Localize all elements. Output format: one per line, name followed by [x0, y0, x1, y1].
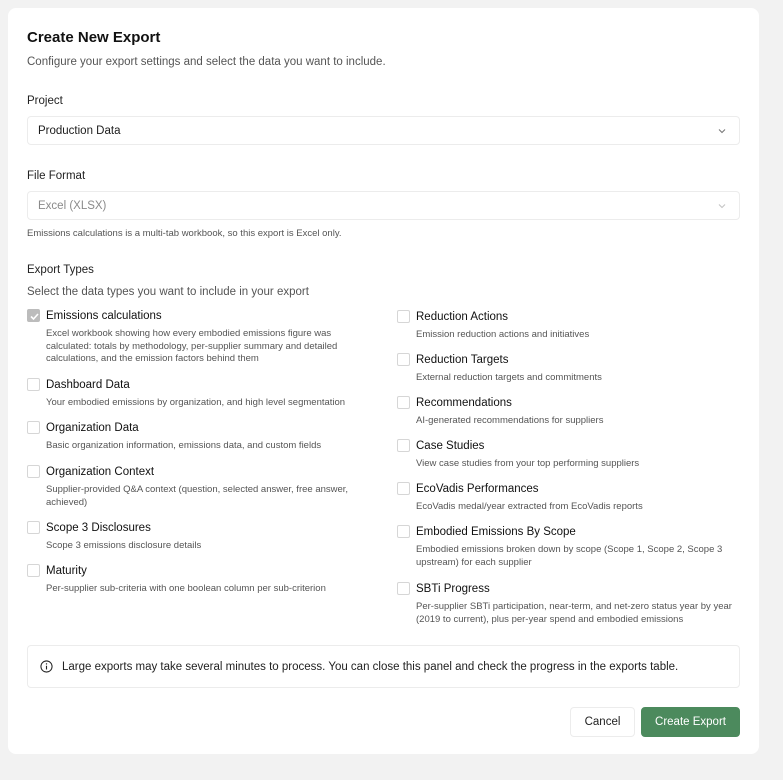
file-format-label: File Format — [27, 170, 86, 182]
option-title: Organization Data — [46, 422, 139, 434]
checkbox-dashboard-data[interactable] — [27, 378, 40, 391]
option-title: Case Studies — [416, 440, 485, 452]
dialog-title: Create New Export — [27, 29, 161, 46]
project-select-value: Production Data — [38, 124, 121, 137]
file-format-helper: Emissions calculations is a multi-tab wo… — [27, 228, 342, 239]
file-format-select: Excel (XLSX) — [27, 191, 740, 220]
check-icon — [30, 313, 39, 321]
checkbox-scope3-disclosures[interactable] — [27, 521, 40, 534]
checkbox-maturity[interactable] — [27, 564, 40, 577]
option-desc: Embodied emissions broken down by scope … — [416, 544, 723, 568]
dialog-subtitle: Configure your export settings and selec… — [27, 56, 386, 68]
option-title: Embodied Emissions By Scope — [416, 526, 576, 538]
checkbox-embodied-emissions-by-scope[interactable] — [397, 525, 410, 538]
option-desc: Basic organization information, emission… — [46, 440, 322, 451]
option-title: Maturity — [46, 565, 87, 577]
option-desc: Per-supplier SBTi participation, near-te… — [416, 601, 732, 625]
export-types-subtitle: Select the data types you want to includ… — [27, 286, 309, 298]
option-desc: Supplier-provided Q&A context (question,… — [46, 484, 349, 508]
option-title: Dashboard Data — [46, 379, 130, 391]
checkbox-reduction-targets[interactable] — [397, 353, 410, 366]
checkbox-reduction-actions[interactable] — [397, 310, 410, 323]
option-title: SBTi Progress — [416, 583, 490, 595]
option-title: Emissions calculations — [46, 310, 162, 322]
option-desc: External reduction targets and commitmen… — [416, 372, 602, 383]
chevron-down-icon — [718, 204, 726, 209]
project-select[interactable]: Production Data — [27, 116, 740, 145]
option-desc: AI-generated recommendations for supplie… — [416, 415, 604, 426]
option-desc: Per-supplier sub-criteria with one boole… — [46, 583, 326, 594]
create-export-dialog: Create New Export Configure your export … — [8, 8, 759, 754]
option-desc: Your embodied emissions by organization,… — [46, 397, 346, 408]
checkbox-organization-context[interactable] — [27, 465, 40, 478]
checkbox-ecovadis-performances[interactable] — [397, 482, 410, 495]
option-title: EcoVadis Performances — [416, 483, 539, 495]
checkbox-organization-data[interactable] — [27, 421, 40, 434]
option-desc: Excel workbook showing how every embodie… — [46, 328, 338, 364]
option-title: Scope 3 Disclosures — [46, 522, 151, 534]
option-desc: Emission reduction actions and initiativ… — [416, 329, 590, 340]
create-export-button[interactable]: Create Export — [641, 707, 740, 737]
checkbox-sbti-progress[interactable] — [397, 582, 410, 595]
checkbox-case-studies[interactable] — [397, 439, 410, 452]
info-banner: Large exports may take several minutes t… — [27, 645, 740, 688]
option-title: Reduction Actions — [416, 311, 509, 323]
checkbox-emissions-calculations[interactable] — [27, 309, 40, 322]
file-format-select-value: Excel (XLSX) — [38, 199, 107, 212]
checkbox-recommendations[interactable] — [397, 396, 410, 409]
info-icon — [40, 660, 53, 673]
project-label: Project — [27, 95, 63, 107]
export-types-label: Export Types — [27, 264, 94, 276]
option-desc: View case studies from your top performi… — [416, 458, 640, 469]
option-desc: Scope 3 emissions disclosure details — [46, 540, 202, 551]
option-title: Reduction Targets — [416, 354, 509, 366]
option-desc: EcoVadis medal/year extracted from EcoVa… — [416, 501, 643, 512]
chevron-down-icon — [718, 129, 726, 134]
info-text: Large exports may take several minutes t… — [62, 660, 679, 673]
option-title: Recommendations — [416, 397, 512, 409]
option-title: Organization Context — [46, 466, 155, 478]
cancel-button[interactable]: Cancel — [570, 707, 635, 737]
